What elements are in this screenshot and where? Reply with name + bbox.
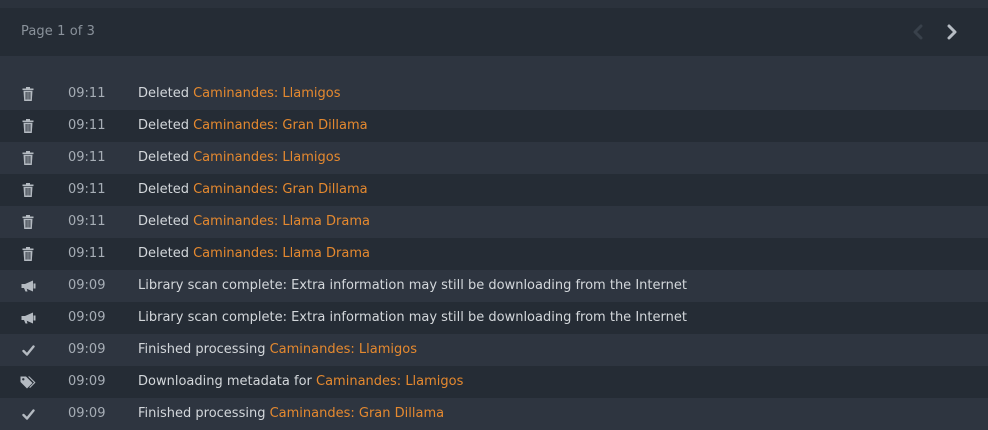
activity-list: 09:11 Deleted Caminandes: Llamigos 09:11 De… — [0, 78, 988, 430]
activity-text: Finished processing — [138, 406, 270, 421]
activity-media-link[interactable]: Caminandes: Llamigos — [316, 374, 463, 389]
trash-icon — [17, 150, 39, 166]
list-header-spacer — [0, 56, 988, 78]
chevron-right-icon — [947, 24, 957, 40]
activity-row: 09:11 Deleted Caminandes: Gran Dillama — [0, 110, 988, 142]
trash-icon — [17, 246, 39, 262]
activity-time: 09:11 — [68, 246, 106, 261]
activity-message: Deleted Caminandes: Llamigos — [138, 150, 340, 165]
activity-text: Downloading metadata for — [138, 374, 317, 389]
activity-row: 09:11 Deleted Caminandes: Gran Dillama — [0, 174, 988, 206]
checkmark-icon — [17, 342, 39, 358]
activity-row: 09:11 Deleted Caminandes: Llama Drama — [0, 238, 988, 270]
activity-message: Finished processing Caminandes: Llamigos — [138, 342, 417, 357]
activity-time: 09:09 — [68, 310, 106, 325]
trash-icon — [17, 118, 39, 134]
megaphone-icon — [17, 278, 39, 294]
checkmark-icon — [17, 406, 39, 422]
activity-media-link[interactable]: Caminandes: Llamigos — [193, 150, 340, 165]
activity-text: Finished processing — [138, 342, 270, 357]
activity-time: 09:09 — [68, 406, 106, 421]
activity-message: Finished processing Caminandes: Gran Dil… — [138, 406, 444, 421]
activity-message: Deleted Caminandes: Llama Drama — [138, 214, 370, 229]
activity-row: 09:09 Library scan complete: Extra inform… — [0, 270, 988, 302]
activity-text: Deleted — [138, 214, 194, 229]
activity-text: Deleted — [138, 182, 194, 197]
activity-time: 09:11 — [68, 214, 106, 229]
activity-media-link[interactable]: Caminandes: Gran Dillama — [193, 182, 368, 197]
next-page-button[interactable] — [942, 22, 962, 42]
activity-message: Library scan complete: Extra information… — [138, 278, 687, 293]
pager-bar: Page 1 of 3 — [0, 8, 988, 56]
activity-text: Deleted — [138, 150, 194, 165]
activity-row: 09:09 Finished processing Caminandes: Lla… — [0, 334, 988, 366]
activity-message: Deleted Caminandes: Llama Drama — [138, 246, 370, 261]
activity-media-link[interactable]: Caminandes: Llama Drama — [193, 246, 370, 261]
chevron-left-icon — [913, 24, 923, 40]
activity-time: 09:11 — [68, 118, 106, 133]
activity-media-link[interactable]: Caminandes: Gran Dillama — [193, 118, 368, 133]
trash-icon — [17, 214, 39, 230]
tags-icon — [17, 374, 39, 390]
activity-media-link[interactable]: Caminandes: Llama Drama — [193, 214, 370, 229]
top-strip — [0, 0, 988, 8]
activity-time: 09:11 — [68, 86, 106, 101]
activity-time: 09:09 — [68, 374, 106, 389]
activity-row: 09:11 Deleted Caminandes: Llamigos — [0, 78, 988, 110]
activity-row: 09:11 Deleted Caminandes: Llamigos — [0, 142, 988, 174]
activity-message: Downloading metadata for Caminandes: Lla… — [138, 374, 463, 389]
activity-row: 09:09 Library scan complete: Extra inform… — [0, 302, 988, 334]
activity-row: 09:09 Finished processing Caminandes: Gra… — [0, 398, 988, 430]
activity-time: 09:09 — [68, 342, 106, 357]
activity-text: Deleted — [138, 86, 194, 101]
previous-page-button[interactable] — [908, 22, 928, 42]
megaphone-icon — [17, 310, 39, 326]
activity-text: Library scan complete: Extra information… — [138, 278, 687, 293]
activity-text: Deleted — [138, 246, 194, 261]
trash-icon — [17, 86, 39, 102]
activity-message: Deleted Caminandes: Gran Dillama — [138, 118, 368, 133]
activity-message: Library scan complete: Extra information… — [138, 310, 687, 325]
activity-text: Library scan complete: Extra information… — [138, 310, 687, 325]
activity-time: 09:11 — [68, 150, 106, 165]
activity-message: Deleted Caminandes: Llamigos — [138, 86, 340, 101]
activity-message: Deleted Caminandes: Gran Dillama — [138, 182, 368, 197]
activity-time: 09:09 — [68, 278, 106, 293]
activity-media-link[interactable]: Caminandes: Gran Dillama — [270, 406, 445, 421]
activity-row: 09:11 Deleted Caminandes: Llama Drama — [0, 206, 988, 238]
activity-time: 09:11 — [68, 182, 106, 197]
trash-icon — [17, 182, 39, 198]
activity-row: 09:09 Downloading metadata for Caminandes… — [0, 366, 988, 398]
activity-text: Deleted — [138, 118, 194, 133]
activity-media-link[interactable]: Caminandes: Llamigos — [193, 86, 340, 101]
page-indicator: Page 1 of 3 — [21, 24, 96, 39]
activity-media-link[interactable]: Caminandes: Llamigos — [270, 342, 417, 357]
